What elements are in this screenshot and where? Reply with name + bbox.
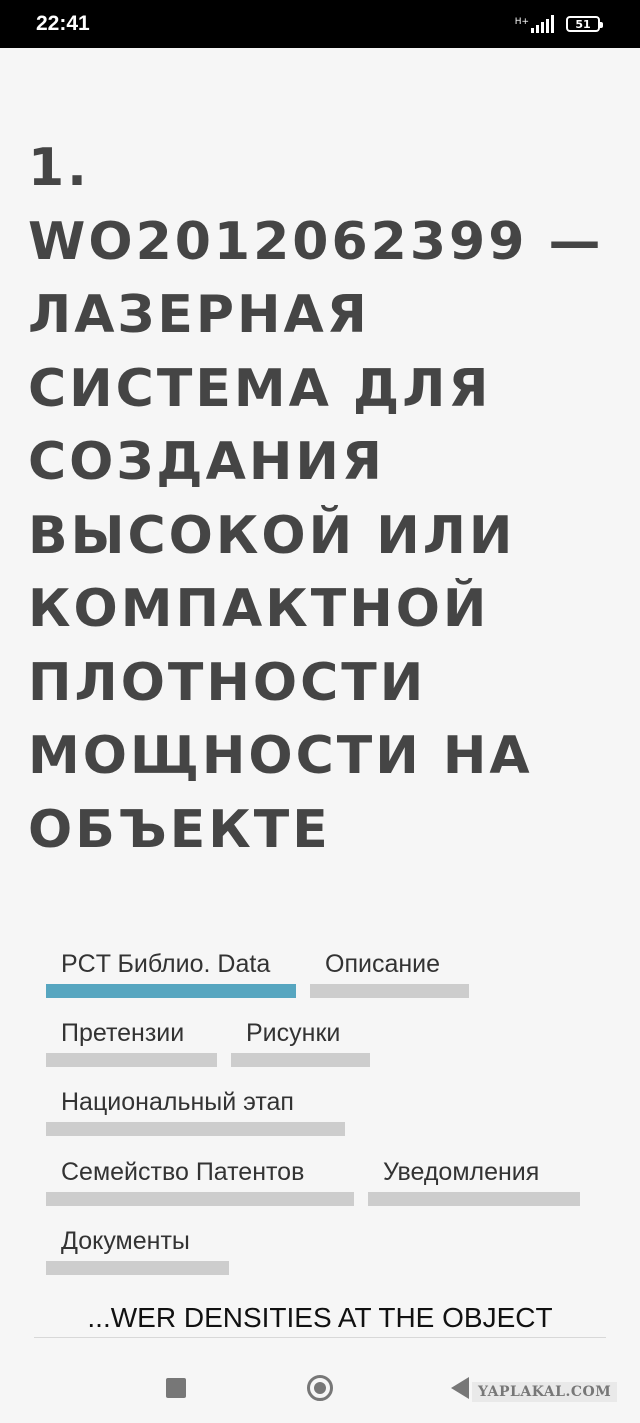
tab-indicator	[46, 1192, 354, 1206]
tab-indicator	[231, 1053, 370, 1067]
tab-national-phase[interactable]: Национальный этап	[46, 1078, 345, 1136]
page-title: 1. WO2012062399 — ЛАЗЕРНАЯ СИСТЕМА ДЛЯ С…	[28, 138, 604, 860]
status-bar: 22:41 H+ 51	[0, 0, 640, 48]
tab-documents[interactable]: Документы	[46, 1217, 229, 1275]
signal-icon: H+	[515, 15, 554, 33]
home-icon	[307, 1375, 333, 1401]
tab-pct-biblio-data[interactable]: PCT Библио. Data	[46, 940, 296, 998]
tab-label: Документы	[61, 1227, 190, 1255]
translation-text: ...WER DENSITIES AT THE OBJECT	[87, 1302, 553, 1333]
tab-indicator	[46, 1261, 229, 1275]
recents-button[interactable]	[156, 1368, 196, 1408]
network-type: H+	[514, 17, 529, 27]
tab-label: Претензии	[61, 1019, 185, 1047]
back-icon	[451, 1377, 469, 1399]
tab-indicator	[46, 1122, 345, 1136]
status-time: 22:41	[36, 12, 90, 35]
tab-indicator	[310, 984, 469, 998]
tab-label: Описание	[325, 950, 441, 978]
tab-description[interactable]: Описание	[310, 940, 469, 998]
tab-indicator	[368, 1192, 580, 1206]
tab-label: Семейство Патентов	[61, 1158, 305, 1186]
tab-claims[interactable]: Претензии	[46, 1009, 217, 1067]
battery-icon: 51	[566, 16, 603, 32]
tab-label: Рисунки	[246, 1019, 341, 1047]
tab-patent-family[interactable]: Семейство Патентов	[46, 1148, 354, 1206]
home-button[interactable]	[300, 1368, 340, 1408]
square-icon	[166, 1378, 186, 1398]
tab-indicator	[46, 1053, 217, 1067]
tab-notifications[interactable]: Уведомления	[368, 1148, 580, 1206]
status-icons: H+ 51	[515, 15, 603, 33]
tab-indicator	[46, 984, 296, 998]
battery-level: 51	[575, 17, 591, 31]
tab-label: Национальный этап	[61, 1088, 294, 1116]
watermark: YAPLAKAL.COM	[472, 1382, 618, 1402]
divider	[34, 1337, 606, 1338]
tab-drawings[interactable]: Рисунки	[231, 1009, 370, 1067]
tab-label: Уведомления	[383, 1158, 540, 1186]
tab-label: PCT Библио. Data	[61, 950, 271, 978]
